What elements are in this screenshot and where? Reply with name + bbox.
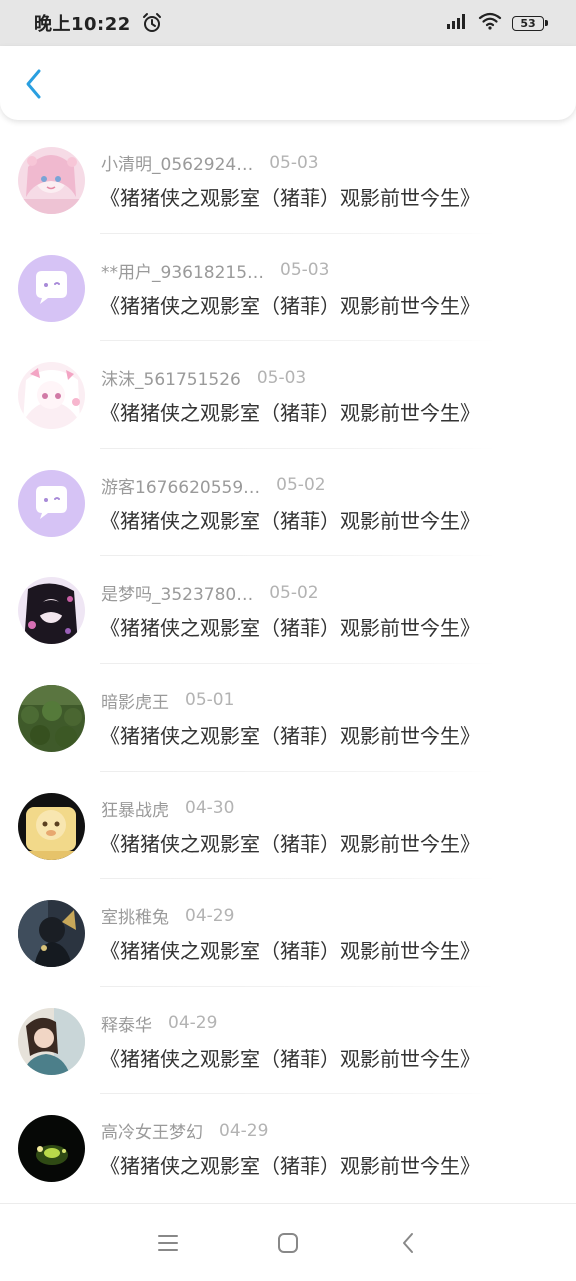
item-meta: 狂暴战虎 04-30 xyxy=(101,796,234,821)
date: 05-02 xyxy=(269,582,319,603)
avatar[interactable] xyxy=(18,362,85,430)
avatar[interactable] xyxy=(18,684,85,752)
item-meta: 释泰华 04-29 xyxy=(101,1011,217,1036)
avatar[interactable] xyxy=(18,1115,85,1183)
item-meta: 暗影虎王 05-01 xyxy=(101,688,234,713)
date: 05-03 xyxy=(256,367,307,388)
date: 05-03 xyxy=(269,152,319,173)
item-meta: 室挑稚兔 04-29 xyxy=(101,903,235,929)
item-meta: 小清明_0562924… 05-03 xyxy=(101,150,319,176)
list-item[interactable]: 暗影虎王 05-01 《猪猪侠之观影室（猪菲）观影前世今生》 xyxy=(0,664,576,772)
item-meta: 高冷女王梦幻 04-29 xyxy=(101,1118,269,1144)
date: 05-02 xyxy=(276,475,326,496)
status-indicators: 53 xyxy=(446,12,548,34)
list-item[interactable]: 沫沫_561751526 05-03 《猪猪侠之观影室（猪菲）观影前世今生》 xyxy=(0,341,576,449)
system-back-button[interactable] xyxy=(378,1213,438,1273)
item-title: 《猪猪侠之观影室（猪菲）观影前世今生》 xyxy=(100,939,480,964)
username: **用户_93618215… xyxy=(101,262,265,283)
item-meta: 沫沫_561751526 05-03 xyxy=(101,365,307,391)
date: 04-30 xyxy=(185,798,235,819)
message-list: 小清明_0562924… 05-03 《猪猪侠之观影室（猪菲）观影前世今生》 *… xyxy=(0,126,576,1202)
username: 暗影虎王 xyxy=(101,692,169,713)
list-item[interactable]: 高冷女王梦幻 04-29 《猪猪侠之观影室（猪菲）观影前世今生》 xyxy=(0,1094,576,1202)
battery-level: 53 xyxy=(512,15,544,31)
item-title: 《猪猪侠之观影室（猪菲）观影前世今生》 xyxy=(100,186,480,210)
battery-icon: 53 xyxy=(512,15,548,31)
list-item[interactable]: 是梦吗_3523780… 05-02 《猪猪侠之观影室（猪菲）观影前世今生》 xyxy=(0,556,576,664)
list-item[interactable]: **用户_93618215… 05-03 《猪猪侠之观影室（猪菲）观影前世今生》 xyxy=(0,234,576,342)
avatar[interactable] xyxy=(18,900,85,968)
back-button[interactable] xyxy=(16,64,50,104)
header-bar xyxy=(0,46,576,120)
username: 沫沫_561751526 xyxy=(101,370,241,391)
wifi-icon xyxy=(478,12,502,34)
item-title: 《猪猪侠之观影室（猪菲）观影前世今生》 xyxy=(100,401,480,426)
list-item[interactable]: 释泰华 04-29 《猪猪侠之观影室（猪菲）观影前世今生》 xyxy=(0,987,576,1095)
username: 小清明_0562924… xyxy=(101,155,254,175)
date: 05-03 xyxy=(280,260,330,281)
item-meta: **用户_93618215… 05-03 xyxy=(101,258,329,283)
date: 04-29 xyxy=(168,1013,218,1034)
avatar[interactable] xyxy=(18,792,85,860)
item-title: 《猪猪侠之观影室（猪菲）观影前世今生》 xyxy=(100,723,480,748)
recent-apps-button[interactable] xyxy=(138,1213,198,1273)
username: 室挑稚兔 xyxy=(101,908,169,929)
item-meta: 是梦吗_3523780… 05-02 xyxy=(101,580,319,606)
date: 04-29 xyxy=(219,1120,269,1141)
signal-icon xyxy=(446,13,468,33)
status-time: 晚上10:22 xyxy=(34,14,131,35)
item-title: 《猪猪侠之观影室（猪菲）观影前世今生》 xyxy=(100,831,480,856)
home-icon xyxy=(278,1232,298,1253)
avatar[interactable] xyxy=(18,1007,85,1075)
home-button[interactable] xyxy=(258,1213,318,1273)
back-icon xyxy=(403,1232,413,1253)
list-item[interactable]: 游客1676620559… 05-02 《猪猪侠之观影室（猪菲）观影前世今生》 xyxy=(0,449,576,557)
chevron-left-icon xyxy=(26,69,41,99)
username: 释泰华 xyxy=(101,1015,152,1036)
date: 05-01 xyxy=(185,690,235,711)
avatar[interactable] xyxy=(18,254,85,322)
system-nav-bar xyxy=(0,1203,576,1281)
username: 狂暴战虎 xyxy=(101,800,169,821)
item-meta: 游客1676620559… 05-02 xyxy=(101,473,326,498)
username: 游客1676620559… xyxy=(101,477,261,498)
username: 高冷女王梦幻 xyxy=(101,1123,203,1144)
avatar[interactable] xyxy=(18,147,85,214)
item-title: 《猪猪侠之观影室（猪菲）观影前世今生》 xyxy=(100,293,480,318)
alarm-icon xyxy=(141,12,163,34)
status-bar: 晚上10:22 53 xyxy=(0,0,576,46)
username: 是梦吗_3523780… xyxy=(101,585,254,606)
avatar[interactable] xyxy=(18,469,85,537)
avatar[interactable] xyxy=(18,577,85,645)
list-item[interactable]: 小清明_0562924… 05-03 《猪猪侠之观影室（猪菲）观影前世今生》 xyxy=(0,126,576,234)
item-title: 《猪猪侠之观影室（猪菲）观影前世今生》 xyxy=(100,508,480,533)
item-title: 《猪猪侠之观影室（猪菲）观影前世今生》 xyxy=(100,1154,480,1179)
item-title: 《猪猪侠之观影室（猪菲）观影前世今生》 xyxy=(100,616,480,641)
item-title: 《猪猪侠之观影室（猪菲）观影前世今生》 xyxy=(100,1046,480,1071)
list-item[interactable]: 室挑稚兔 04-29 《猪猪侠之观影室（猪菲）观影前世今生》 xyxy=(0,879,576,987)
date: 04-29 xyxy=(185,905,235,926)
list-item[interactable]: 狂暴战虎 04-30 《猪猪侠之观影室（猪菲）观影前世今生》 xyxy=(0,772,576,880)
menu-icon xyxy=(158,1234,178,1251)
